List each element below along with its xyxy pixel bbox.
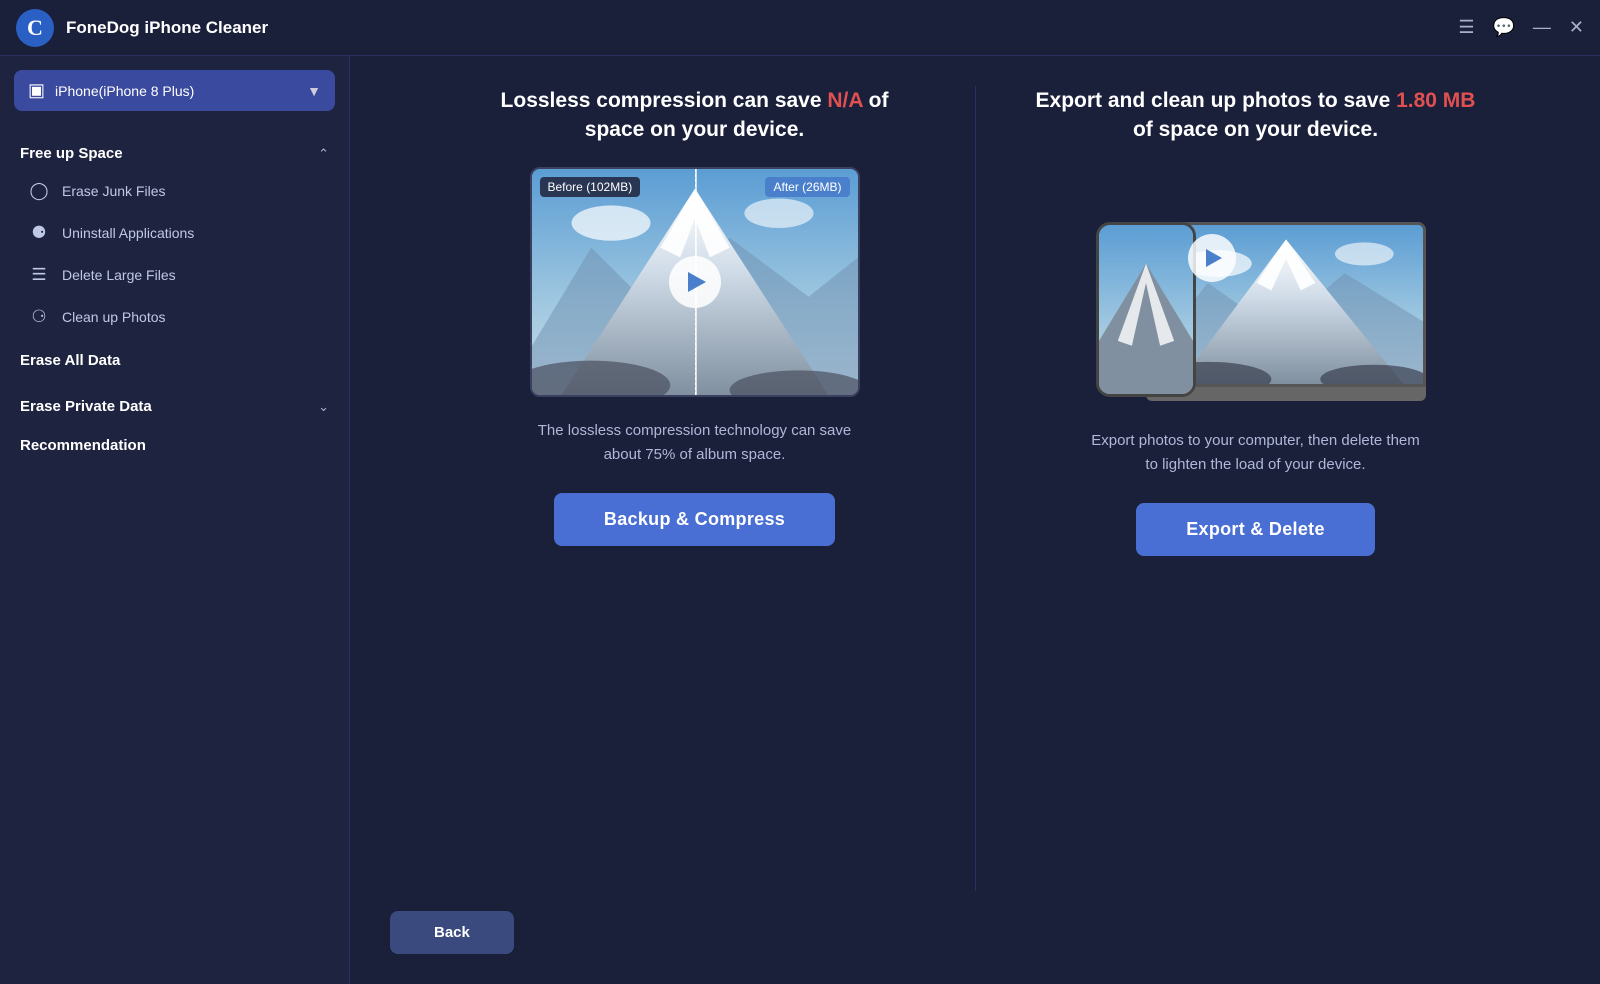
svg-text:C: C [27, 15, 43, 40]
minimize-icon[interactable]: — [1533, 17, 1551, 38]
chat-icon[interactable]: 💬 [1492, 17, 1514, 38]
sidebar-item-clean-photos[interactable]: ⚆ Clean up Photos [0, 296, 349, 338]
sidebar-section-title: Erase All Data [20, 352, 120, 369]
play-button[interactable] [669, 256, 721, 308]
export-card: Export and clean up photos to save 1.80 … [1036, 86, 1476, 891]
main-content: Lossless compression can save N/A of spa… [350, 56, 1600, 984]
nav-item-label: Clean up Photos [62, 309, 166, 325]
app-body: ▣ iPhone(iPhone 8 Plus) ▼ Free up Space … [0, 56, 1600, 984]
after-label: After (26MB) [765, 177, 849, 197]
sidebar-section-title: Erase Private Data [20, 398, 152, 415]
sidebar-section-title: Free up Space [20, 145, 123, 162]
compress-card: Lossless compression can save N/A of spa… [475, 86, 915, 891]
before-after-image: Before (102MB) After (26MB) [530, 167, 860, 397]
app-logo: C [16, 9, 54, 47]
cards-divider [975, 86, 976, 891]
device-name: iPhone(iPhone 8 Plus) [55, 83, 297, 99]
chevron-up-icon: ⌃ [318, 146, 329, 162]
window-controls: ☰ 💬 — ✕ [1458, 17, 1584, 38]
list-icon: ☰ [28, 265, 50, 285]
export-delete-button[interactable]: Export & Delete [1136, 503, 1375, 556]
app-title: FoneDog iPhone Cleaner [66, 18, 1458, 38]
nav-item-label: Uninstall Applications [62, 225, 194, 241]
sidebar: ▣ iPhone(iPhone 8 Plus) ▼ Free up Space … [0, 56, 350, 984]
backup-compress-button[interactable]: Backup & Compress [554, 493, 835, 546]
export-heading: Export and clean up photos to save 1.80 … [1036, 86, 1476, 145]
sidebar-section-free-up-space[interactable]: Free up Space ⌃ [0, 131, 349, 170]
sidebar-item-uninstall-apps[interactable]: ⚈ Uninstall Applications [0, 212, 349, 254]
compress-description: The lossless compression technology can … [525, 419, 865, 467]
export-heading-prefix: Export and clean up photos to save [1036, 89, 1397, 112]
menu-icon[interactable]: ☰ [1458, 17, 1474, 38]
sidebar-item-delete-large[interactable]: ☰ Delete Large Files [0, 254, 349, 296]
phone-screen [1099, 225, 1193, 394]
play-triangle-icon [688, 272, 706, 292]
sidebar-nav: Free up Space ⌃ ◯ Erase Junk Files ⚈ Uni… [0, 121, 349, 984]
device-selector[interactable]: ▣ iPhone(iPhone 8 Plus) ▼ [14, 70, 335, 111]
titlebar: C FoneDog iPhone Cleaner ☰ 💬 — ✕ [0, 0, 1600, 56]
chevron-down-icon: ⌄ [318, 399, 329, 415]
device-mockup [1076, 167, 1436, 407]
sidebar-item-recommendation[interactable]: Recommendation [0, 423, 349, 469]
compress-heading-prefix: Lossless compression can save [501, 89, 828, 112]
sidebar-item-erase-junk[interactable]: ◯ Erase Junk Files [0, 170, 349, 212]
phone-icon: ▣ [28, 80, 45, 101]
cards-row: Lossless compression can save N/A of spa… [390, 86, 1560, 891]
nav-item-label: Delete Large Files [62, 267, 176, 283]
clock-icon: ◯ [28, 181, 50, 201]
play-triangle-icon [1206, 249, 1222, 267]
close-icon[interactable]: ✕ [1569, 17, 1584, 38]
compress-heading: Lossless compression can save N/A of spa… [475, 86, 915, 145]
sidebar-section-title: Recommendation [20, 437, 146, 454]
phone-mockup [1096, 222, 1196, 397]
export-description: Export photos to your computer, then del… [1086, 429, 1426, 477]
photo-icon: ⚆ [28, 307, 50, 327]
export-heading-highlight: 1.80 MB [1396, 89, 1475, 112]
compress-heading-highlight: N/A [827, 89, 862, 112]
apps-icon: ⚈ [28, 223, 50, 243]
nav-item-label: Erase Junk Files [62, 183, 165, 199]
export-heading-suffix: of space on your device. [1133, 118, 1378, 141]
chevron-down-icon: ▼ [307, 83, 321, 99]
device-play-button[interactable] [1188, 234, 1236, 282]
before-label: Before (102MB) [540, 177, 641, 197]
sidebar-item-erase-all-data[interactable]: Erase All Data [0, 338, 349, 384]
bottom-bar: Back [390, 891, 1560, 964]
back-button[interactable]: Back [390, 911, 514, 954]
sidebar-section-erase-private[interactable]: Erase Private Data ⌄ [0, 384, 349, 423]
